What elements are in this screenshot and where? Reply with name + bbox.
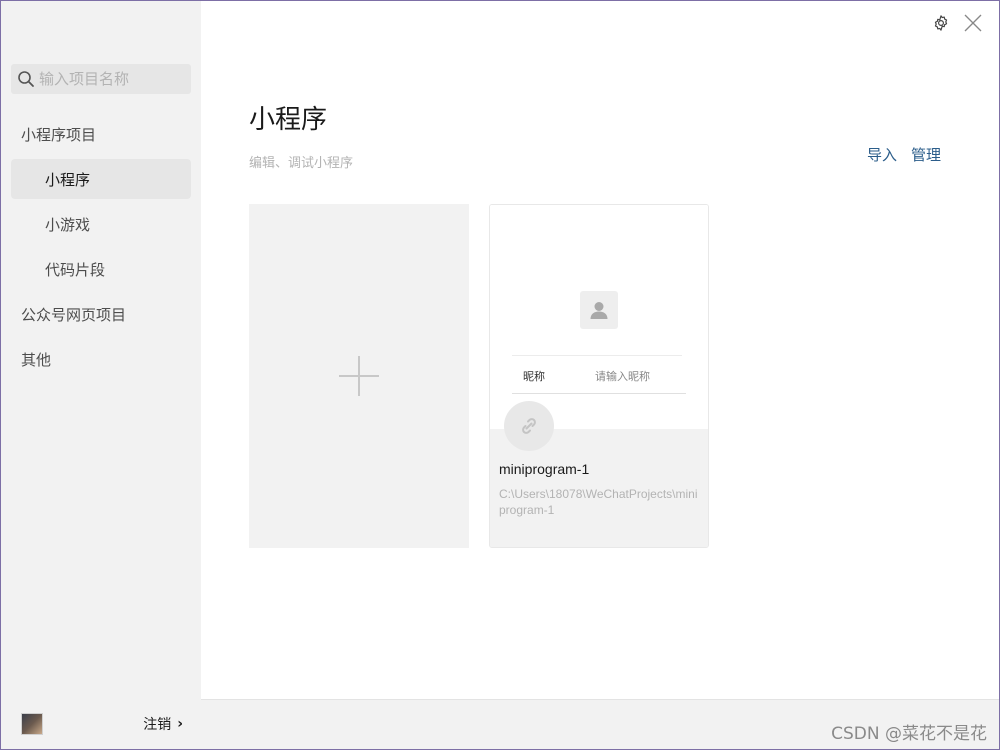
sidebar-item-code-snippets[interactable]: 代码片段: [11, 249, 191, 289]
search-icon: [18, 71, 34, 87]
sidebar-item-label: 小游戏: [45, 215, 91, 234]
sidebar-item-miniprogram[interactable]: 小程序: [11, 159, 191, 199]
manage-link[interactable]: 管理: [911, 144, 941, 165]
logout-label: 注销: [143, 717, 172, 733]
sidebar: 小程序项目 小程序 小游戏 代码片段 公众号网页项目 其他 注销 ›: [1, 1, 201, 749]
avatar[interactable]: [21, 713, 43, 735]
page-subtitle: 编辑、调试小程序: [249, 156, 354, 171]
logout-button[interactable]: 注销 ›: [143, 714, 183, 734]
bottom-bar: CSDN @菜花不是花: [201, 699, 999, 749]
sidebar-item-label: 小程序项目: [21, 125, 97, 144]
gear-icon[interactable]: [931, 13, 951, 33]
header-actions: 导入 管理: [867, 144, 941, 165]
sidebar-footer: 注销 ›: [1, 699, 201, 749]
project-name: miniprogram-1: [499, 461, 590, 477]
project-preview: 昵称 请输入昵称: [490, 205, 708, 429]
sidebar-item-minigame[interactable]: 小游戏: [11, 204, 191, 244]
user-avatar-icon: [580, 291, 618, 329]
divider: [512, 355, 682, 356]
close-icon[interactable]: [963, 13, 983, 33]
sidebar-item-official-account-web[interactable]: 公众号网页项目: [11, 294, 191, 334]
main-panel: 小程序 编辑、调试小程序 导入 管理 昵称 请输入昵称 miniprogram-…: [201, 1, 999, 749]
divider: [512, 393, 686, 394]
sidebar-item-label: 代码片段: [45, 260, 106, 279]
sidebar-item-other[interactable]: 其他: [11, 339, 191, 379]
sidebar-item-label: 公众号网页项目: [21, 305, 127, 324]
link-icon: [504, 401, 554, 451]
sidebar-item-label: 小程序: [45, 170, 91, 189]
watermark: CSDN @菜花不是花: [831, 724, 987, 744]
chevron-right-icon: ›: [177, 716, 183, 732]
search-box[interactable]: [11, 64, 191, 94]
preview-nickname-placeholder: 请输入昵称: [595, 370, 650, 383]
new-project-card[interactable]: [249, 204, 469, 548]
import-link[interactable]: 导入: [867, 144, 897, 165]
project-card[interactable]: 昵称 请输入昵称 miniprogram-1 C:\Users\18078\We…: [489, 204, 709, 548]
project-path: C:\Users\18078\WeChatProjects\miniprogra…: [499, 487, 698, 517]
page-title: 小程序: [249, 105, 328, 135]
preview-nickname-label: 昵称: [523, 370, 545, 383]
window-controls: [931, 13, 983, 33]
sidebar-item-label: 其他: [21, 350, 52, 369]
sidebar-item-miniprogram-projects[interactable]: 小程序项目: [11, 114, 191, 154]
search-input[interactable]: [39, 70, 179, 88]
app-window: 小程序项目 小程序 小游戏 代码片段 公众号网页项目 其他 注销 ›: [0, 0, 1000, 750]
